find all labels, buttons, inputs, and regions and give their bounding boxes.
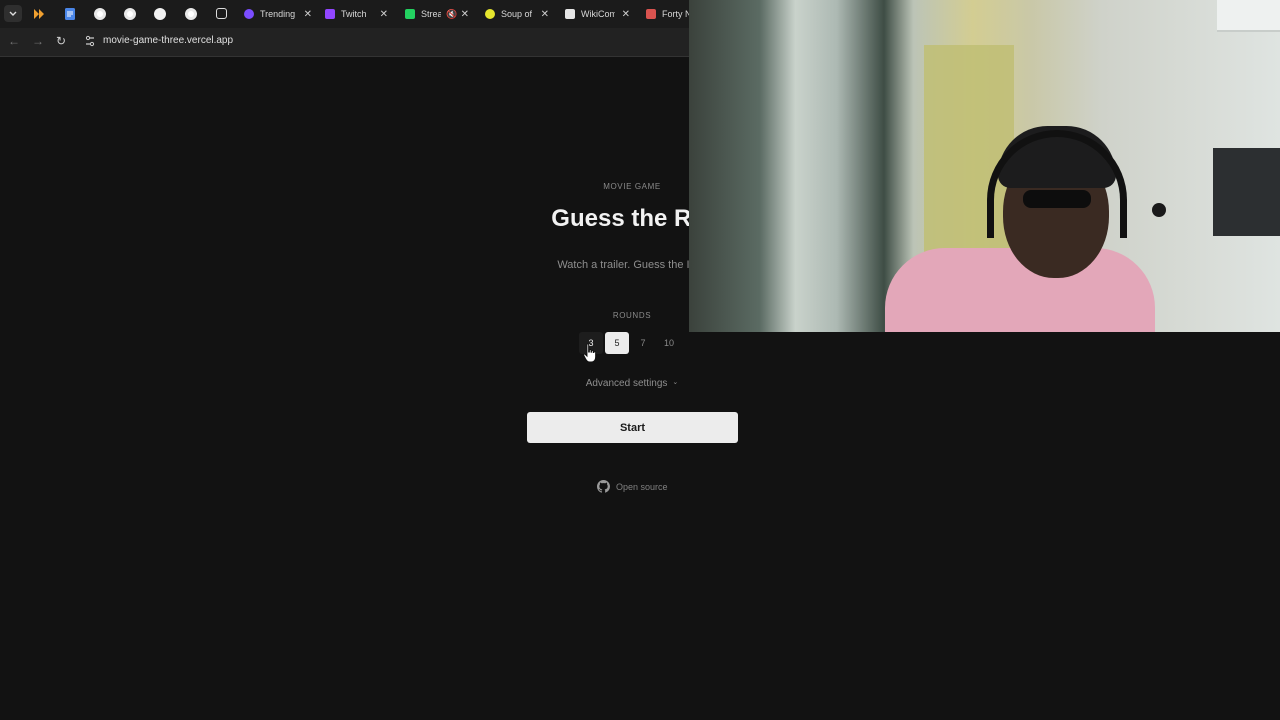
url-text[interactable]: movie-game-three.vercel.app — [103, 35, 233, 46]
close-icon[interactable]: ✕ — [541, 9, 549, 20]
tab-label: Strea — [421, 9, 441, 19]
chevron-down-icon: ⌄ — [672, 379, 679, 386]
round-option-5[interactable]: 5 — [605, 332, 629, 354]
forward-arrow-icon[interactable]: → — [30, 34, 46, 48]
tab-wikicom[interactable]: WikiCom ✕ — [565, 4, 630, 24]
start-button[interactable]: Start — [527, 412, 738, 443]
open-source-label: Open source — [616, 481, 668, 492]
open-source-link[interactable]: Open source — [597, 480, 668, 493]
close-icon[interactable]: ✕ — [622, 9, 630, 20]
chrome-icon — [185, 7, 197, 20]
wiki-favicon-icon — [565, 9, 575, 19]
pinned-tab-chrome-2[interactable] — [121, 5, 139, 22]
microphone-icon — [1152, 203, 1166, 217]
pinned-tab-github[interactable] — [151, 5, 169, 22]
twitch-icon — [325, 9, 335, 19]
advanced-settings-label: Advanced settings — [585, 378, 668, 389]
tab-twitch[interactable]: Twitch ✕ — [325, 4, 388, 24]
pinned-tab-extension[interactable] — [30, 5, 48, 22]
pinned-tab-docs[interactable] — [61, 5, 79, 22]
pinned-tab-chrome-3[interactable] — [182, 5, 200, 22]
instagram-icon — [215, 8, 227, 19]
github-icon — [154, 7, 166, 20]
site-info-icon[interactable] — [84, 35, 96, 47]
webcam-overlay — [689, 0, 1280, 332]
tab-trending[interactable]: Trending ✕ — [244, 4, 312, 24]
github-icon — [597, 480, 610, 493]
tab-label: Twitch — [341, 9, 367, 19]
mute-icon[interactable]: 🔇 — [446, 9, 457, 20]
tab-forty[interactable]: Forty Ni — [646, 4, 689, 24]
back-arrow-icon[interactable]: ← — [6, 34, 22, 48]
forty-favicon-icon — [646, 9, 656, 19]
close-icon[interactable]: ✕ — [461, 9, 469, 20]
chrome-icon — [124, 7, 136, 20]
chrome-icon — [94, 7, 106, 20]
close-icon[interactable]: ✕ — [304, 9, 312, 20]
tab-soup[interactable]: Soup of ✕ — [485, 4, 549, 24]
advanced-settings-toggle[interactable]: Advanced settings ⌄ — [0, 378, 1264, 389]
air-conditioner — [1217, 0, 1280, 32]
google-docs-icon — [65, 7, 75, 20]
tab-label: Trending — [260, 9, 296, 19]
round-option-10[interactable]: 10 — [657, 332, 681, 354]
tab-label: WikiCom — [581, 9, 615, 19]
fast-forward-icon — [33, 8, 44, 19]
pinned-tab-chrome-1[interactable] — [91, 5, 109, 22]
chevron-down-icon — [9, 11, 17, 16]
hand-pointer-icon — [583, 343, 597, 363]
tab-stream[interactable]: Strea 🔇 ✕ — [405, 4, 469, 24]
kick-icon — [405, 9, 415, 19]
soup-favicon-icon — [485, 9, 495, 19]
tab-label: Soup of — [501, 9, 533, 19]
tab-search-button[interactable] — [4, 5, 22, 22]
round-option-7[interactable]: 7 — [631, 332, 655, 354]
pinned-tab-instagram[interactable] — [212, 5, 230, 22]
trending-favicon-icon — [244, 9, 254, 19]
reload-icon[interactable]: ↻ — [53, 34, 69, 48]
close-icon[interactable]: ✕ — [380, 9, 388, 20]
wall-tv — [1213, 148, 1280, 236]
tab-label: Forty Ni — [662, 9, 689, 19]
